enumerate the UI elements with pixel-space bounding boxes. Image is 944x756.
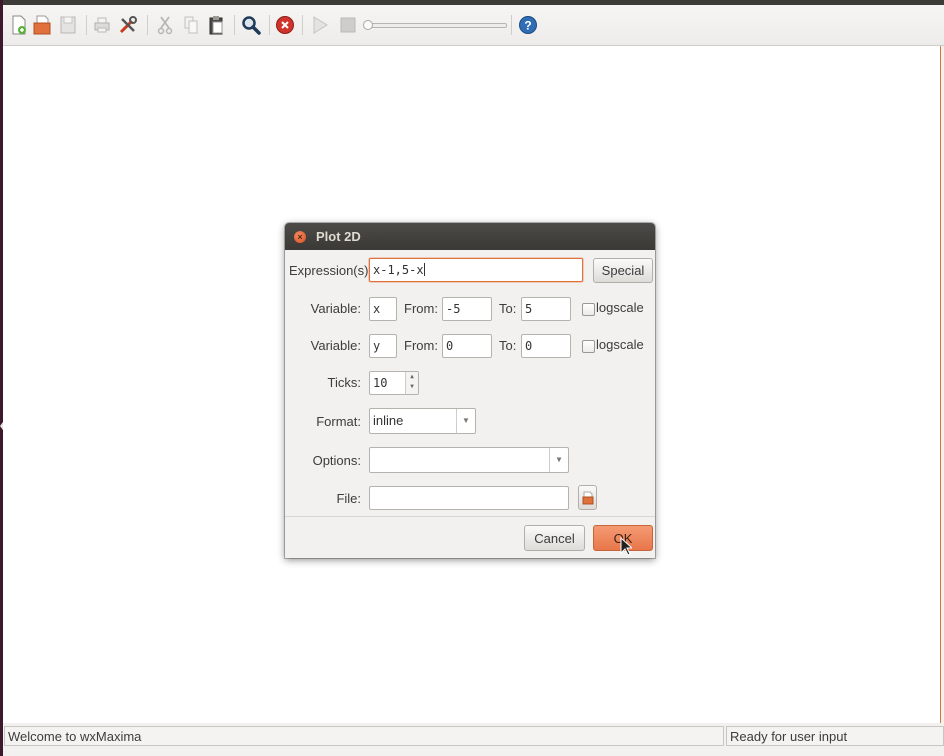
variable2-label: Variable: — [310, 338, 361, 353]
to2-label: To: — [499, 338, 517, 353]
plot2d-dialog: × Plot 2D Expression(s): x-1,5-x Special… — [285, 223, 655, 558]
folder-icon — [582, 491, 593, 504]
chevron-down-icon: ▼ — [456, 409, 475, 433]
chevron-down-icon: ▼ — [549, 448, 568, 472]
logscale2-label: logscale — [596, 337, 644, 352]
save-icon[interactable] — [57, 13, 79, 37]
dialog-divider — [285, 516, 655, 517]
variable1-label: Variable: — [310, 301, 361, 316]
spin-up-icon[interactable]: ▲ — [406, 372, 418, 382]
find-icon[interactable] — [240, 13, 262, 37]
print-icon[interactable] — [91, 13, 113, 37]
expression-value: x-1,5-x — [373, 263, 424, 277]
status-message: Welcome to wxMaxima — [4, 726, 724, 746]
to1-input[interactable]: 5 — [521, 297, 571, 321]
stop-icon[interactable] — [337, 13, 359, 37]
from2-label: From: — [404, 338, 438, 353]
format-value: inline — [373, 413, 404, 428]
dialog-titlebar: × Plot 2D — [285, 223, 655, 250]
toolbar: ? — [3, 5, 944, 46]
browse-file-button[interactable] — [578, 485, 597, 510]
variable1-input[interactable]: x — [369, 297, 397, 321]
from1-label: From: — [404, 301, 438, 316]
svg-text:?: ? — [524, 19, 531, 33]
dialog-title: Plot 2D — [316, 229, 361, 244]
cancel-button[interactable]: Cancel — [524, 525, 585, 551]
logscale2-checkbox[interactable] — [582, 340, 595, 353]
paste-icon[interactable] — [205, 13, 227, 37]
ticks-label: Ticks: — [327, 375, 361, 390]
format-select[interactable]: inline ▼ — [369, 408, 476, 434]
options-combo[interactable]: ▼ — [369, 447, 569, 473]
open-file-icon[interactable] — [31, 13, 53, 37]
animation-slider[interactable] — [363, 20, 507, 30]
status-bar: Welcome to wxMaxima Ready for user input — [3, 724, 944, 756]
to1-label: To: — [499, 301, 517, 316]
help-icon[interactable]: ? — [517, 13, 539, 37]
expression-label: Expression(s): — [289, 263, 373, 278]
from1-input[interactable]: -5 — [442, 297, 492, 321]
file-input[interactable] — [369, 486, 569, 510]
logscale1-checkbox[interactable] — [582, 303, 595, 316]
expression-input[interactable]: x-1,5-x — [369, 258, 583, 282]
file-label: File: — [336, 491, 361, 506]
ticks-spinner[interactable]: 10 ▲ ▼ — [369, 371, 419, 395]
to2-input[interactable]: 0 — [521, 334, 571, 358]
variable2-input[interactable]: y — [369, 334, 397, 358]
format-label: Format: — [316, 414, 361, 429]
from2-input[interactable]: 0 — [442, 334, 492, 358]
close-icon[interactable]: × — [294, 231, 306, 243]
mouse-cursor-icon — [620, 536, 634, 560]
preferences-icon[interactable] — [117, 13, 139, 37]
slider-handle[interactable] — [363, 20, 373, 30]
resize-arrow-icon — [0, 419, 3, 430]
spin-down-icon[interactable]: ▼ — [406, 382, 418, 392]
special-button[interactable]: Special — [593, 258, 653, 283]
status-state: Ready for user input — [726, 726, 944, 746]
cut-icon[interactable] — [154, 13, 176, 37]
ticks-value: 10 — [373, 376, 388, 390]
new-file-icon[interactable] — [8, 13, 30, 37]
interrupt-icon[interactable] — [274, 13, 296, 37]
logscale1-label: logscale — [596, 300, 644, 315]
copy-icon[interactable] — [180, 13, 202, 37]
play-icon[interactable] — [309, 13, 331, 37]
options-label: Options: — [312, 453, 361, 468]
